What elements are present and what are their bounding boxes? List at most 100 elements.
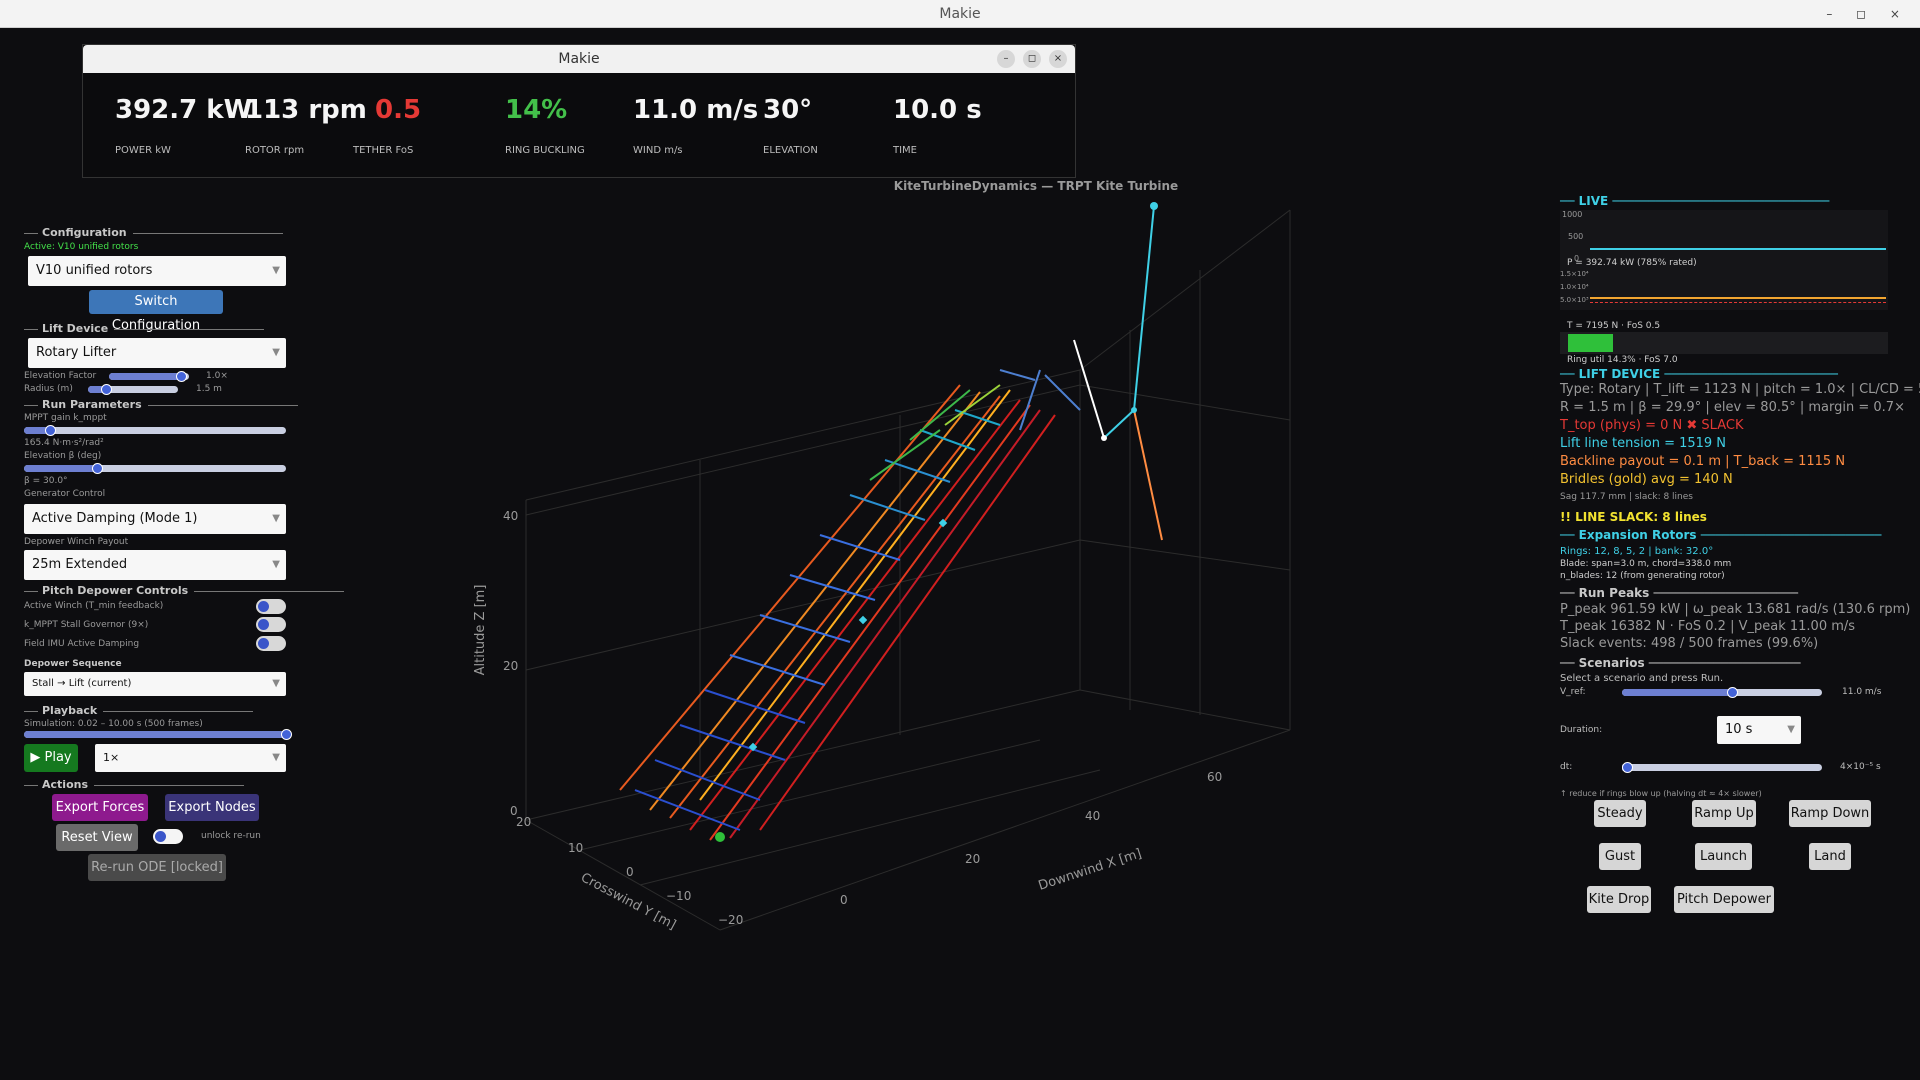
metric-value: 0.5 xyxy=(375,95,422,125)
launch-button[interactable]: Launch xyxy=(1695,843,1752,870)
active-winch-toggle[interactable] xyxy=(256,599,286,614)
chevron-down-icon: ▼ xyxy=(272,752,280,763)
imu-damping-toggle[interactable] xyxy=(256,636,286,651)
x-tick: 0 xyxy=(840,893,848,907)
toggle-knob xyxy=(258,619,269,630)
metric-ring-buckling: 14% RING BUCKLING xyxy=(505,95,585,156)
expansion-rotors-header: ── Expansion Rotors ────────────────────… xyxy=(1560,528,1882,542)
toggle-knob xyxy=(258,638,269,649)
switch-configuration-button[interactable]: Switch Configuration xyxy=(89,290,223,333)
play-button[interactable]: ▶ Play xyxy=(24,744,78,772)
vref-slider[interactable] xyxy=(1622,687,1822,698)
playback-speed-value: 1× xyxy=(103,751,120,764)
minimize-icon[interactable]: – xyxy=(997,50,1015,68)
trpt-3d-plot[interactable]: KiteTurbineDynamics — TRPT Kite Turbine … xyxy=(440,170,1490,1070)
ground-station-icon xyxy=(715,832,725,842)
app-title: Makie xyxy=(939,6,981,22)
mppt-label: MPPT gain k_mppt xyxy=(24,413,107,423)
depower-sequence-label: Depower Sequence xyxy=(24,659,122,669)
metric-value: 10.0 s xyxy=(893,95,982,125)
kite-drop-button[interactable]: Kite Drop xyxy=(1587,886,1651,913)
lift-line-0: Type: Rotary | T_lift = 1123 N | pitch =… xyxy=(1560,382,1920,397)
chevron-down-icon: ▼ xyxy=(272,347,280,358)
metric-label: TETHER FoS xyxy=(353,145,414,156)
lift-line-5: Bridles (gold) avg = 140 N xyxy=(1560,472,1733,487)
elevation-factor-slider[interactable] xyxy=(109,371,189,382)
steady-button[interactable]: Steady xyxy=(1594,800,1646,827)
metric-value: 392.7 kW xyxy=(115,95,253,125)
plot-title: KiteTurbineDynamics — TRPT Kite Turbine xyxy=(894,179,1178,193)
p-tick: 500 xyxy=(1568,232,1584,241)
ramp-up-button[interactable]: Ramp Up xyxy=(1692,800,1756,827)
radius-slider[interactable] xyxy=(88,384,178,395)
lift-line-1: R = 1.5 m | β = 29.9° | elev = 80.5° | m… xyxy=(1560,400,1905,415)
exp-line: Rings: 12, 8, 5, 2 | bank: 32.0° xyxy=(1560,546,1714,557)
unlock-rerun-toggle[interactable] xyxy=(153,829,183,844)
metric-value: 14% xyxy=(505,95,568,125)
section-title: Pitch Depower Controls xyxy=(42,584,189,597)
close-icon[interactable]: × xyxy=(1049,50,1067,68)
junction-node-icon xyxy=(1131,407,1137,413)
land-button[interactable]: Land xyxy=(1809,843,1851,870)
depower-winch-value: 25m Extended xyxy=(32,557,128,572)
stall-governor-toggle[interactable] xyxy=(256,617,286,632)
rerun-ode-button: Re-run ODE [locked] xyxy=(88,854,226,881)
export-nodes-button[interactable]: Export Nodes xyxy=(165,794,259,821)
export-forces-button[interactable]: Export Forces xyxy=(52,794,148,821)
chevron-down-icon: ▼ xyxy=(272,559,280,570)
app-titlebar: Makie – ◻ × xyxy=(0,0,1920,28)
lift-device-value: Rotary Lifter xyxy=(36,345,117,360)
section-title: Lift Device xyxy=(42,322,109,335)
top-hub-node-icon xyxy=(1101,435,1107,441)
pitch-depower-button[interactable]: Pitch Depower xyxy=(1674,886,1774,913)
window-controls[interactable]: – ◻ × xyxy=(1826,0,1910,28)
sag-readout: Sag 117.7 mm | slack: 8 lines xyxy=(1560,492,1693,502)
lift-device-dropdown[interactable]: Rotary Lifter ▼ xyxy=(28,338,286,368)
t-tick: 5.0×10³ xyxy=(1560,296,1589,304)
depower-sequence-dropdown[interactable]: Stall → Lift (current) ▼ xyxy=(24,672,286,696)
config-active-label: Active: V10 unified rotors xyxy=(24,242,139,252)
dt-slider[interactable] xyxy=(1622,762,1822,773)
t-tick: 1.5×10⁴ xyxy=(1560,270,1589,278)
duration-dropdown[interactable]: 10 s ▼ xyxy=(1717,716,1801,744)
x-axis-label: Downwind X [m] xyxy=(1037,846,1144,894)
duration-value: 10 s xyxy=(1725,722,1753,737)
config-dropdown[interactable]: V10 unified rotors ▼ xyxy=(28,256,286,286)
tension-trace xyxy=(1590,297,1886,299)
generator-control-dropdown[interactable]: Active Damping (Mode 1) ▼ xyxy=(24,504,286,534)
metric-value: 113 rpm xyxy=(245,95,367,125)
playback-speed-dropdown[interactable]: 1× ▼ xyxy=(95,744,286,772)
chevron-down-icon: ▼ xyxy=(272,678,280,689)
toggle-knob xyxy=(258,601,269,612)
maximize-icon[interactable]: ◻ xyxy=(1023,50,1041,68)
depower-winch-dropdown[interactable]: 25m Extended ▼ xyxy=(24,550,286,580)
ring-utilization-fill xyxy=(1568,334,1613,352)
metrics-window-title: Makie xyxy=(558,51,600,67)
toggle-knob xyxy=(155,831,166,842)
section-title: Playback xyxy=(42,704,98,717)
metric-label: POWER kW xyxy=(115,145,171,156)
section-title: Run Parameters xyxy=(42,398,142,411)
z-tick: 20 xyxy=(503,659,518,673)
simulation-time-slider[interactable] xyxy=(24,729,292,740)
depower-sequence-value: Stall → Lift (current) xyxy=(32,678,132,689)
elevation-beta-label: Elevation β (deg) xyxy=(24,451,102,461)
metric-tether-fos: 0.5 TETHER FoS xyxy=(353,95,422,156)
peak-line: P_peak 961.59 kW | ω_peak 13.681 rad/s (… xyxy=(1560,602,1911,617)
elevation-beta-slider[interactable] xyxy=(24,463,286,474)
exp-line: Blade: span=3.0 m, chord=338.0 mm xyxy=(1560,559,1732,569)
metric-time: 10.0 s TIME xyxy=(893,95,982,156)
dt-hint: ↑ reduce if rings blow up (halving dt ≈ … xyxy=(1560,789,1762,798)
toggle-label: Active Winch (T_min feedback) xyxy=(24,601,164,611)
generator-control-label: Generator Control xyxy=(24,489,106,499)
ramp-down-button[interactable]: Ramp Down xyxy=(1789,800,1871,827)
trpt-rings xyxy=(634,409,1001,831)
gust-button[interactable]: Gust xyxy=(1599,843,1641,870)
peak-line: Slack events: 498 / 500 frames (99.6%) xyxy=(1560,636,1819,651)
vref-label: V_ref: xyxy=(1560,687,1586,697)
mppt-slider[interactable] xyxy=(24,425,286,436)
reset-view-button[interactable]: Reset View xyxy=(56,824,138,851)
line-slack-warning: !! LINE SLACK: 8 lines xyxy=(1560,510,1707,524)
power-trace xyxy=(1590,248,1886,250)
y-tick: 0 xyxy=(626,865,634,879)
